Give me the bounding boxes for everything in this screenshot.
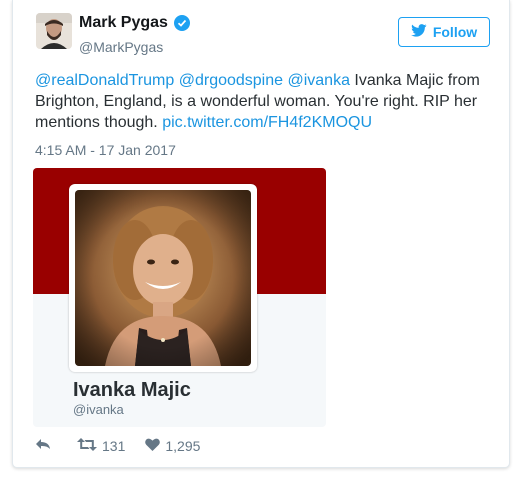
follow-label: Follow <box>432 24 478 40</box>
tweet-card: Mark Pygas @MarkPygas Follow @realDonald… <box>12 0 510 468</box>
pic-link[interactable]: pic.twitter.com/FH4f2KMOQU <box>162 114 372 131</box>
retweet-icon <box>77 437 97 454</box>
tweet-timestamp[interactable]: 4:15 AM - 17 Jan 2017 <box>35 142 176 158</box>
retweet-button[interactable]: 131 <box>77 437 126 454</box>
verified-badge-icon <box>173 15 190 31</box>
mention-link[interactable]: @realDonaldTrump <box>35 72 174 89</box>
profile-photo[interactable] <box>69 184 257 372</box>
mention-link[interactable]: @drgoodspine <box>179 72 283 89</box>
reply-icon <box>35 437 51 454</box>
heart-icon <box>145 438 161 454</box>
embedded-profile-card[interactable]: Ivanka Majic @ivanka <box>33 168 326 427</box>
mention-link[interactable]: @ivanka <box>287 72 350 89</box>
author-handle[interactable]: @MarkPygas <box>79 39 163 55</box>
follow-button[interactable]: Follow <box>398 17 490 47</box>
author-avatar[interactable] <box>36 13 72 49</box>
like-button[interactable]: 1,295 <box>145 438 200 454</box>
tweet-actions: 131 1,295 <box>35 437 200 454</box>
profile-handle[interactable]: @ivanka <box>73 402 124 417</box>
reply-button[interactable] <box>35 437 51 454</box>
retweet-count: 131 <box>102 437 126 454</box>
author-name-text: Mark Pygas <box>79 14 168 31</box>
author-name[interactable]: Mark Pygas <box>79 14 190 32</box>
profile-name[interactable]: Ivanka Majic <box>73 379 191 402</box>
twitter-bird-icon <box>410 24 427 40</box>
like-count: 1,295 <box>165 437 201 454</box>
tweet-text: @realDonaldTrump @drgoodspine @ivanka Iv… <box>35 70 490 133</box>
